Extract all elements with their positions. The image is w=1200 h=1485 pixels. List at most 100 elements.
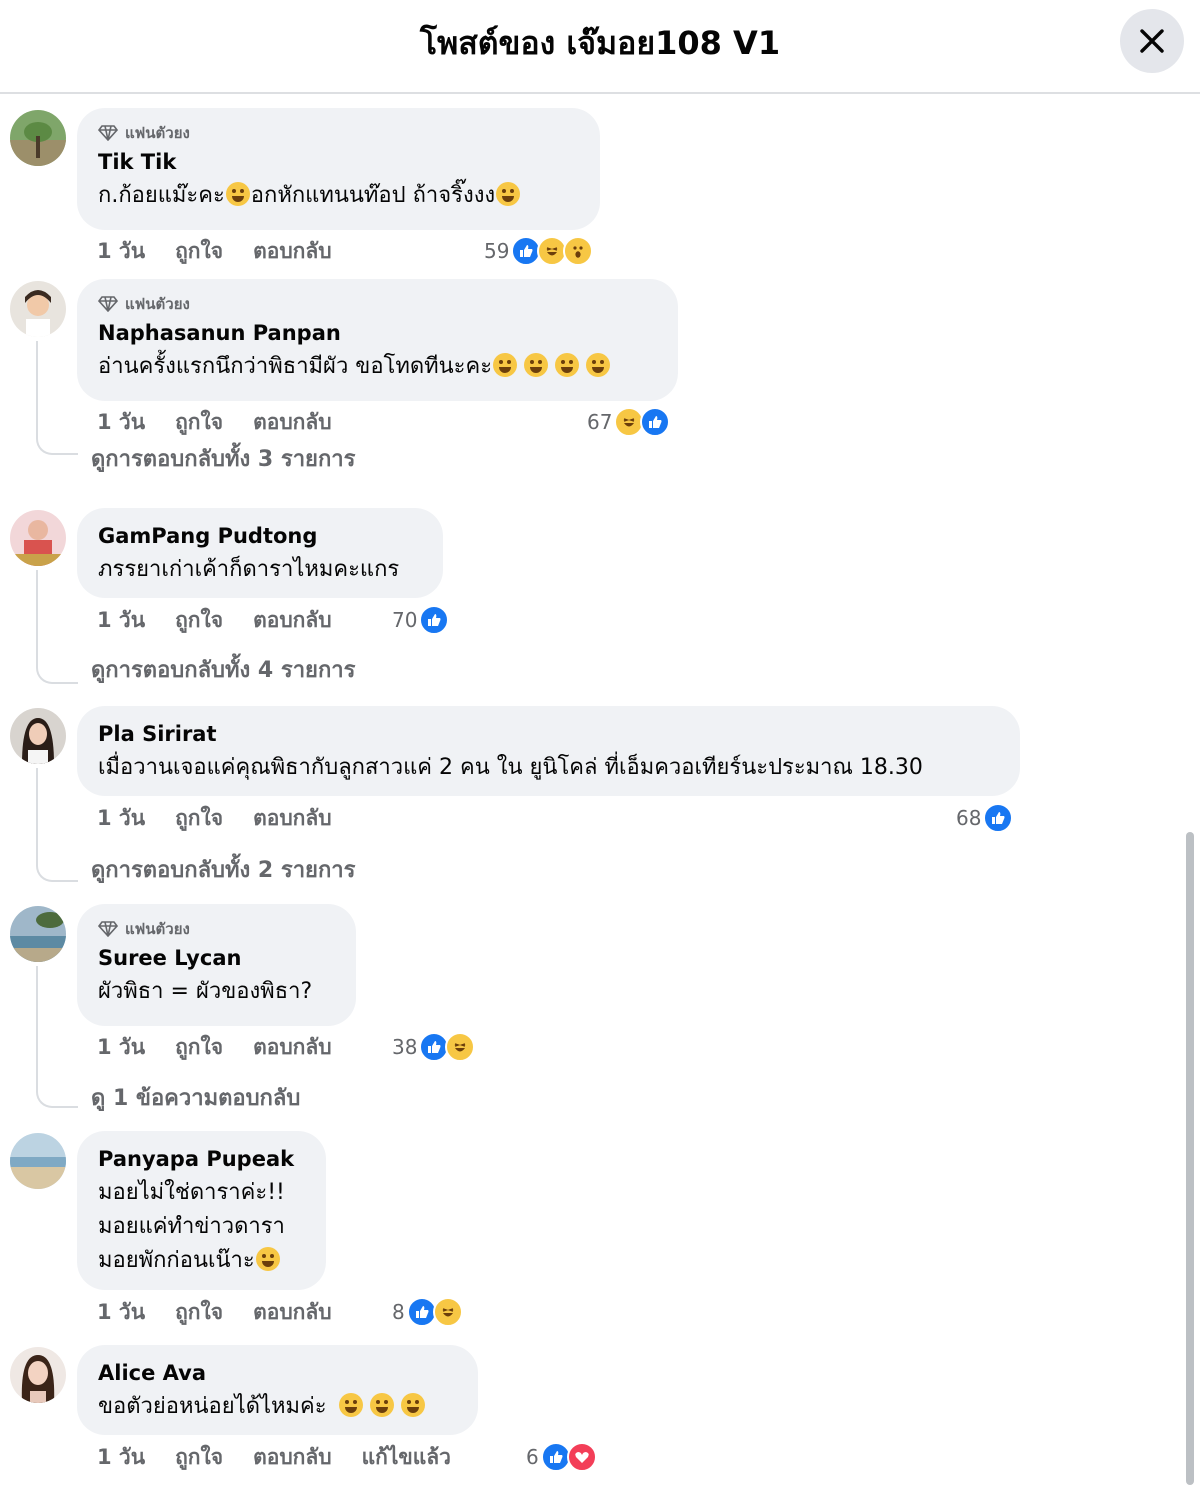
comment-text-part: อ่านครั้งแรกนึกว่าพิธามีผัว ขอโทดทีนะคะ	[98, 354, 493, 379]
reply-button[interactable]: ตอบกลับ	[253, 1296, 332, 1329]
reaction-count: 6	[526, 1445, 539, 1469]
reply-button[interactable]: ตอบกลับ	[253, 406, 332, 439]
comment-text: ภรรยาเก่าเค้าก็ดาราไหมคะแกร	[98, 557, 400, 582]
reaction-summary[interactable]: 67	[587, 406, 671, 438]
like-reaction-icon	[640, 407, 671, 437]
timestamp[interactable]: 1 วัน	[97, 235, 145, 268]
view-replies-link[interactable]: ดูการตอบกลับทั้ง 2 รายการ	[91, 852, 355, 887]
timestamp[interactable]: 1 วัน	[97, 1031, 145, 1064]
avatar[interactable]	[10, 1133, 66, 1189]
comment-actions: 1 วัน ถูกใจ ตอบกลับ	[97, 235, 362, 267]
reaction-summary[interactable]: 70	[392, 604, 450, 636]
comment-author[interactable]: GamPang Pudtong	[98, 520, 421, 553]
like-button[interactable]: ถูกใจ	[175, 1296, 223, 1329]
comment-actions: 1 วัน ถูกใจ ตอบกลับ	[97, 802, 362, 834]
timestamp[interactable]: 1 วัน	[97, 406, 145, 439]
avatar[interactable]	[10, 1347, 66, 1403]
thread-connector	[36, 435, 78, 455]
avatar[interactable]	[10, 510, 66, 566]
comment-text-part: ก.ก้อยแม๊ะคะ	[98, 183, 225, 208]
avatar[interactable]	[10, 110, 66, 166]
comment-text: อ่านครั้งแรกนึกว่าพิธามีผัว ขอโทดทีนะคะ	[98, 350, 656, 384]
like-button[interactable]: ถูกใจ	[175, 406, 223, 439]
timestamp[interactable]: 1 วัน	[97, 604, 145, 637]
rofl-emoji	[496, 182, 521, 206]
love-reaction-icon	[566, 1442, 597, 1472]
like-button[interactable]: ถูกใจ	[175, 802, 223, 835]
reply-button[interactable]: ตอบกลับ	[253, 604, 332, 637]
rofl-emoji	[524, 353, 549, 377]
close-button[interactable]	[1120, 9, 1184, 73]
comment-actions: 1 วัน ถูกใจ ตอบกลับ	[97, 604, 362, 636]
rofl-emoji	[493, 353, 518, 377]
comment-author[interactable]: Tik Tik	[98, 146, 578, 179]
comment-actions: 1 วัน ถูกใจ ตอบกลับ แก้ไขแล้ว	[97, 1441, 481, 1473]
top-fan-badge: แฟนตัวยง	[98, 916, 334, 942]
comment-bubble: Pla Sirirat เมื่อวานเจอแค่คุณพิธากับลูกส…	[77, 706, 1020, 796]
comment-text: เมื่อวานเจอแค่คุณพิธากับลูกสาวแค่ 2 คน ใ…	[98, 755, 923, 780]
reply-button[interactable]: ตอบกลับ	[253, 1441, 332, 1474]
comment-text: ขอตัวย่อหน่อยได้ไหมค่ะ	[98, 1390, 456, 1424]
comment-bubble: Panyapa Pupeak มอยไม่ใช่ดาราค่ะ!! มอยแค่…	[77, 1131, 326, 1290]
reply-button[interactable]: ตอบกลับ	[253, 1031, 332, 1064]
comment-author[interactable]: Naphasanun Panpan	[98, 317, 656, 350]
timestamp[interactable]: 1 วัน	[97, 802, 145, 835]
comment-bubble: GamPang Pudtong ภรรยาเก่าเค้าก็ดาราไหมคะ…	[77, 508, 443, 598]
top-fan-badge: แฟนตัวยง	[98, 291, 656, 317]
avatar[interactable]	[10, 708, 66, 764]
view-replies-link[interactable]: ดู 1 ข้อความตอบกลับ	[91, 1080, 300, 1115]
like-button[interactable]: ถูกใจ	[175, 1031, 223, 1064]
comment-actions: 1 วัน ถูกใจ ตอบกลับ	[97, 406, 362, 438]
dialog-header: โพสต์ของ เจ๊มอย108 V1	[0, 0, 1200, 94]
thread-line	[36, 341, 38, 437]
joy-emoji	[338, 1393, 363, 1417]
view-replies-link[interactable]: ดูการตอบกลับทั้ง 3 รายการ	[91, 441, 355, 476]
top-fan-badge: แฟนตัวยง	[98, 120, 578, 146]
smile-emoji	[225, 182, 250, 206]
badge-label: แฟนตัวยง	[125, 920, 190, 938]
scrollbar[interactable]	[1186, 832, 1194, 1485]
comment-bubble: แฟนตัวยง Tik Tik ก.ก้อยแม๊ะคะ อกหักแทนนท๊…	[77, 108, 600, 230]
view-replies-link[interactable]: ดูการตอบกลับทั้ง 4 รายการ	[91, 652, 355, 687]
badge-label: แฟนตัวยง	[125, 124, 190, 142]
like-button[interactable]: ถูกใจ	[175, 235, 223, 268]
reaction-summary[interactable]: 68	[956, 802, 1014, 834]
timestamp[interactable]: 1 วัน	[97, 1441, 145, 1474]
comment-author[interactable]: Panyapa Pupeak	[98, 1143, 304, 1176]
reply-button[interactable]: ตอบกลับ	[253, 802, 332, 835]
comment-author[interactable]: Alice Ava	[98, 1357, 456, 1390]
haha-reaction-icon	[445, 1032, 476, 1062]
reaction-summary[interactable]: 38	[392, 1031, 476, 1063]
diamond-icon	[98, 125, 118, 141]
reply-button[interactable]: ตอบกลับ	[253, 235, 332, 268]
avatar[interactable]	[10, 906, 66, 962]
like-reaction-icon	[983, 803, 1014, 833]
reaction-count: 67	[587, 410, 613, 434]
close-icon	[1140, 29, 1164, 53]
comment-text: ผัวพิธา = ผัวของพิธา?	[98, 979, 313, 1004]
edited-label[interactable]: แก้ไขแล้ว	[362, 1441, 451, 1474]
like-button[interactable]: ถูกใจ	[175, 604, 223, 637]
scream-emoji	[255, 1247, 280, 1271]
comment-text: มอยแค่ทำข่าวดารา	[98, 1214, 285, 1239]
timestamp[interactable]: 1 วัน	[97, 1296, 145, 1329]
avatar[interactable]	[10, 281, 66, 337]
like-button[interactable]: ถูกใจ	[175, 1441, 223, 1474]
diamond-icon	[98, 296, 118, 312]
comment-author[interactable]: Suree Lycan	[98, 942, 334, 975]
reaction-count: 59	[484, 239, 510, 263]
reaction-summary[interactable]: 6	[526, 1441, 597, 1473]
reaction-summary[interactable]: 8	[392, 1296, 463, 1328]
joy-emoji	[400, 1393, 425, 1417]
reaction-summary[interactable]: 59	[484, 235, 594, 267]
comments-list: แฟนตัวยง Tik Tik ก.ก้อยแม๊ะคะ อกหักแทนนท๊…	[0, 96, 1180, 1485]
comment-author[interactable]: Pla Sirirat	[98, 718, 998, 751]
comment-bubble: Alice Ava ขอตัวย่อหน่อยได้ไหมค่ะ	[77, 1345, 478, 1435]
like-reaction-icon	[419, 605, 450, 635]
comment-bubble: แฟนตัวยง Naphasanun Panpan อ่านครั้งแรกน…	[77, 279, 678, 401]
haha-reaction-icon	[432, 1297, 463, 1327]
thread-connector	[36, 1088, 78, 1108]
reaction-count: 70	[392, 608, 418, 632]
comment-actions: 1 วัน ถูกใจ ตอบกลับ	[97, 1031, 362, 1063]
thread-line	[36, 570, 38, 666]
